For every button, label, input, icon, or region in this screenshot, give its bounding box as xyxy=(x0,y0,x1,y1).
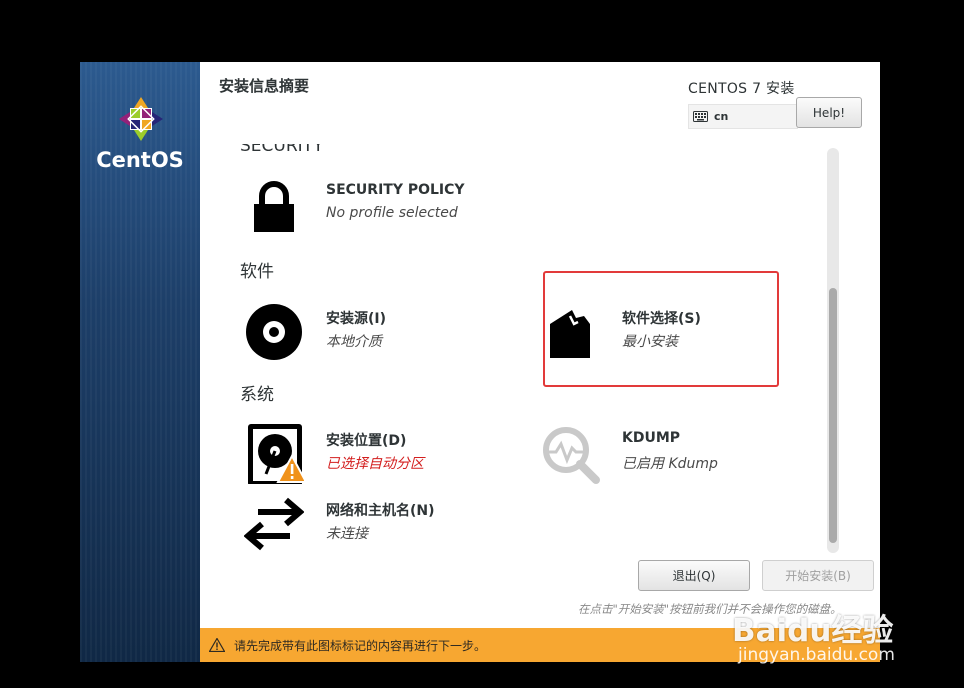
begin-hint-text: 在点击"开始安装"按钮前我们并不会操作您的磁盘。 xyxy=(578,602,842,616)
spoke-install-source[interactable]: 安装源(I) 本地介质 xyxy=(220,298,510,362)
product-title: CENTOS 7 安装 xyxy=(688,81,795,97)
category-software-heading: 软件 xyxy=(240,262,274,282)
spoke-title: 网络和主机名(N) xyxy=(326,503,435,519)
help-button[interactable]: Help! xyxy=(796,97,862,128)
spoke-kdump[interactable]: KDUMP 已启用 Kdump xyxy=(516,420,806,484)
warning-text: 请先完成带有此图标标记的内容再进行下一步。 xyxy=(234,638,487,653)
disc-icon xyxy=(246,304,302,360)
category-security-heading: SECURITY xyxy=(240,144,324,156)
spoke-title: 安装位置(D) xyxy=(326,433,407,449)
spoke-install-destination[interactable]: 安装位置(D) 已选择自动分区 xyxy=(220,420,510,484)
spoke-title: 安装源(I) xyxy=(326,311,387,327)
spoke-status: 本地介质 xyxy=(326,334,382,350)
scrollbar[interactable] xyxy=(827,148,839,553)
spoke-title: KDUMP xyxy=(622,430,681,446)
spoke-status-warning: 已选择自动分区 xyxy=(326,456,424,472)
page-title: 安装信息摘要 xyxy=(219,77,310,95)
centos-logo-icon xyxy=(119,97,163,141)
scrollbar-thumb[interactable] xyxy=(829,288,837,543)
begin-installation-button[interactable]: 开始安装(B) xyxy=(762,560,874,591)
spoke-status: No profile selected xyxy=(326,205,458,221)
keyboard-icon xyxy=(693,111,708,122)
spoke-status: 未连接 xyxy=(326,526,368,542)
annotation-highlight-box xyxy=(543,271,779,387)
network-arrows-icon xyxy=(244,497,304,551)
warning-icon xyxy=(209,638,225,652)
warning-bar: 请先完成带有此图标标记的内容再进行下一步。 xyxy=(200,628,880,662)
lock-icon xyxy=(254,181,294,232)
spoke-title: SECURITY POLICY xyxy=(326,182,465,198)
spoke-status: 已启用 Kdump xyxy=(622,456,718,472)
spoke-security-policy[interactable]: SECURITY POLICY No profile selected xyxy=(220,172,510,236)
harddisk-warning-icon xyxy=(248,424,304,484)
sidebar: CentOS xyxy=(80,62,200,662)
keyboard-layout-label: cn xyxy=(714,110,729,123)
spoke-network-hostname[interactable]: 网络和主机名(N) 未连接 xyxy=(220,490,510,552)
keyboard-layout-indicator[interactable]: cn xyxy=(688,104,798,129)
quit-button[interactable]: 退出(Q) xyxy=(638,560,750,591)
category-system-heading: 系统 xyxy=(240,385,274,405)
magnifier-icon xyxy=(543,427,600,484)
centos-logo-text: CentOS xyxy=(96,148,184,172)
